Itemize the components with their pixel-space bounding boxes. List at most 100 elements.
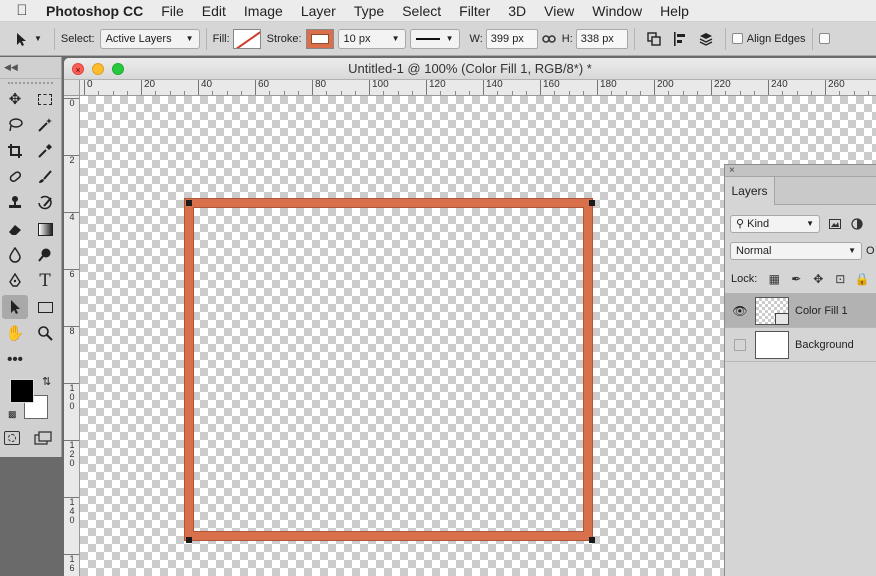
ruler-h-minor-tick (411, 91, 413, 95)
blur-tool-icon[interactable] (2, 243, 28, 267)
ruler-h-tick: 160 (540, 80, 560, 95)
lock-transparent-pixels-icon[interactable]: ▦ (763, 272, 785, 286)
menu-edit[interactable]: Edit (202, 3, 226, 19)
default-colors-icon[interactable]: ▩ (8, 409, 17, 420)
lock-label: Lock: (731, 272, 758, 285)
lock-position-icon[interactable]: ✥ (807, 272, 829, 286)
menu-view[interactable]: View (544, 3, 574, 19)
ruler-v-tick: 4 (64, 212, 79, 222)
tools-panel-header[interactable]: ◀◀ (0, 57, 61, 79)
lock-row: Lock: ▦ ✒ ✥ ⊡ 🔒 (725, 264, 876, 294)
rectangle-tool-icon[interactable] (32, 295, 58, 319)
ruler-v-tick: 100 (64, 383, 79, 411)
brush-tool-icon[interactable] (32, 165, 58, 189)
menu-3d[interactable]: 3D (508, 3, 526, 19)
ruler-h-minor-tick (639, 91, 641, 95)
filter-kind-label: Kind (747, 218, 770, 230)
close-panel-icon[interactable]: × (729, 165, 735, 176)
menu-file[interactable]: File (161, 3, 184, 19)
close-icon: × (75, 65, 81, 75)
crop-tool-icon[interactable] (2, 139, 28, 163)
pen-tool-icon[interactable] (2, 269, 28, 293)
menu-type[interactable]: Type (354, 3, 384, 19)
visibility-toggle[interactable] (734, 338, 746, 351)
collapse-icon[interactable]: ◀◀ (4, 62, 18, 73)
eye-icon[interactable]: 👁 (725, 304, 755, 318)
anchor-point-top-right[interactable] (589, 200, 595, 206)
stroke-type-dropdown[interactable]: ▼ (409, 28, 460, 49)
adjustment-filter-icon[interactable] (848, 215, 866, 233)
gradient-tool-icon[interactable] (32, 217, 58, 241)
align-edges-checkbox[interactable] (731, 33, 743, 44)
select-layers-dropdown[interactable]: Active Layers ▼ (99, 28, 200, 49)
foreground-color-swatch[interactable] (10, 379, 34, 403)
path-selection-tool-preset-icon[interactable] (8, 27, 34, 51)
link-icon[interactable] (538, 27, 560, 51)
ruler-h-minor-tick (839, 91, 841, 95)
rectangle-shape-layer[interactable] (185, 199, 592, 540)
eraser-tool-icon[interactable] (2, 217, 28, 241)
ruler-origin[interactable] (64, 80, 80, 96)
ruler-h-minor-tick (554, 91, 556, 95)
filter-kind-dropdown[interactable]: ⚲ Kind ▼ (730, 214, 820, 233)
close-window-button[interactable]: × (72, 63, 84, 75)
menu-select[interactable]: Select (402, 3, 441, 19)
fill-swatch[interactable] (232, 28, 261, 49)
apple-icon[interactable]:  (12, 2, 32, 19)
anchor-point-bottom-left[interactable] (186, 537, 192, 543)
menu-layer[interactable]: Layer (301, 3, 336, 19)
menu-image[interactable]: Image (244, 3, 283, 19)
vertical-ruler[interactable]: 0 2 4 6 8 100 120 140 16 (64, 96, 80, 576)
clone-stamp-tool-icon[interactable] (2, 191, 28, 215)
prevent-autonest-icon[interactable]: ⊡ (829, 272, 851, 286)
image-filter-icon[interactable] (826, 215, 844, 233)
height-input[interactable]: 338 px (575, 28, 628, 49)
ruler-h-minor-tick (354, 91, 356, 95)
healing-brush-tool-icon[interactable] (2, 165, 28, 189)
app-name-menu[interactable]: Photoshop CC (46, 3, 143, 19)
layer-row-background[interactable]: Background (725, 328, 876, 362)
minimize-window-button[interactable] (92, 63, 104, 75)
layers-panel: × Layers ⚲ Kind ▼ Normal ▼ O Lock: ▦ ✒ ✥… (724, 164, 876, 576)
zoom-window-button[interactable] (112, 63, 124, 75)
zoom-tool-icon[interactable] (32, 321, 58, 345)
dodge-tool-icon[interactable] (32, 243, 58, 267)
menu-help[interactable]: Help (660, 3, 689, 19)
layer-row-color-fill-1[interactable]: 👁 Color Fill 1 (725, 294, 876, 328)
marquee-tool-icon[interactable] (32, 87, 58, 111)
path-operations-icon[interactable] (641, 27, 667, 51)
width-input[interactable]: 399 px (485, 28, 538, 49)
lock-image-pixels-icon[interactable]: ✒ (785, 272, 807, 286)
screen-mode-icon[interactable] (34, 431, 52, 448)
tab-layers[interactable]: Layers (725, 177, 775, 205)
menu-filter[interactable]: Filter (459, 3, 490, 19)
quick-mask-icon[interactable] (4, 431, 20, 445)
ruler-v-digit: 6 (69, 563, 75, 573)
more-tools-icon[interactable]: ••• (2, 347, 28, 371)
path-arrangement-icon[interactable] (693, 27, 719, 51)
lock-all-icon[interactable]: 🔒 (851, 272, 873, 286)
anchor-point-top-left[interactable] (186, 200, 192, 206)
magic-wand-tool-icon[interactable] (32, 113, 58, 137)
hand-tool-icon[interactable]: ✋ (2, 321, 28, 345)
fill-label: Fill: (212, 32, 230, 45)
history-brush-tool-icon[interactable] (32, 191, 58, 215)
path-selection-tool-icon[interactable] (2, 295, 28, 319)
lasso-tool-icon[interactable] (2, 113, 28, 137)
horizontal-ruler[interactable]: 0 20 40 60 80 100 120 140 160 180 200 220 240 260 (80, 80, 876, 96)
align-edges-label: Align Edges (746, 32, 806, 45)
stroke-width-field[interactable]: 10 px ▼ (337, 28, 406, 49)
path-alignment-icon[interactable] (667, 27, 693, 51)
constrain-path-dragging-checkbox[interactable] (818, 33, 830, 44)
tool-preset-chevron-icon[interactable]: ▼ (34, 34, 42, 43)
divider (633, 27, 635, 50)
menu-window[interactable]: Window (592, 3, 642, 19)
blend-mode-dropdown[interactable]: Normal ▼ (730, 241, 862, 260)
type-tool-icon[interactable]: T (32, 269, 58, 293)
move-tool-icon[interactable]: ✥ (2, 87, 28, 111)
stroke-swatch[interactable] (305, 28, 334, 49)
eyedropper-tool-icon[interactable] (32, 139, 58, 163)
anchor-point-bottom-right[interactable] (589, 537, 595, 543)
swap-colors-icon[interactable]: ⇅ (42, 375, 51, 388)
ruler-h-tick: 240 (768, 80, 788, 95)
